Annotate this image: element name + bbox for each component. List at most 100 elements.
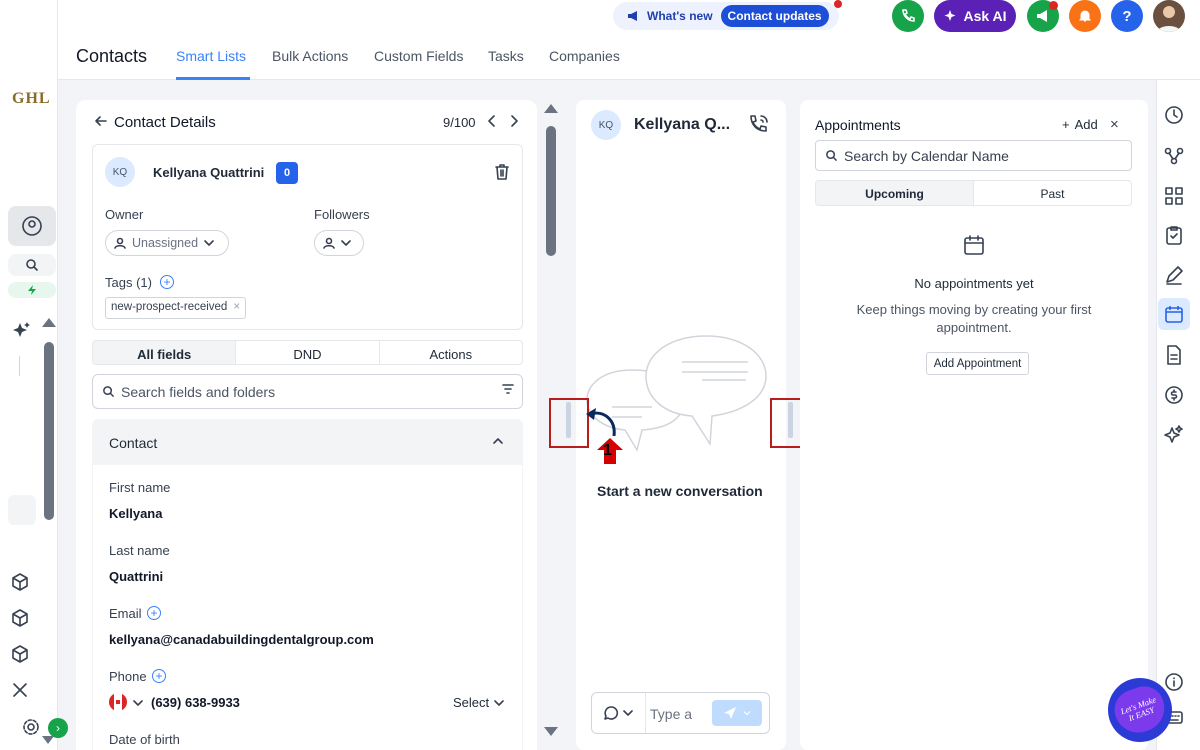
add-label: Add (1074, 117, 1098, 132)
close-icon[interactable]: × (1110, 116, 1119, 133)
scroll-down-arrow[interactable] (42, 736, 54, 744)
activity-icon[interactable] (1163, 104, 1185, 126)
contact-updates-pill[interactable]: Contact updates (720, 5, 829, 27)
phone-type-select[interactable]: Select (453, 695, 504, 710)
email-value[interactable]: kellyana@canadabuildingdentalgroup.com (109, 632, 374, 647)
chat-bubble-icon (604, 706, 619, 720)
chevron-up-icon[interactable] (492, 436, 504, 446)
phone-button[interactable] (892, 0, 924, 32)
settings-icon[interactable] (20, 716, 42, 738)
last-name-value[interactable]: Quattrini (109, 569, 163, 584)
left-scrollbar[interactable] (44, 342, 54, 520)
right-rail (1156, 80, 1200, 750)
watermark-logo: Let's Make It EASY (1108, 678, 1172, 742)
filter-icon[interactable] (502, 384, 514, 394)
help-button[interactable]: ? (1111, 0, 1143, 32)
trash-icon[interactable] (494, 163, 510, 181)
followers-dropdown[interactable] (314, 230, 364, 256)
call-icon[interactable] (746, 113, 770, 137)
contact-badge[interactable]: 0 (276, 162, 298, 184)
appointments-title: Appointments (815, 117, 901, 133)
tag-chip[interactable]: new-prospect-received × (105, 297, 247, 319)
workflow-icon[interactable] (1163, 145, 1185, 167)
channel-selector[interactable] (603, 705, 633, 721)
sparkle-icon[interactable] (12, 320, 32, 340)
add-appointment-link[interactable]: + Add (1062, 117, 1098, 132)
prev-contact-button[interactable] (486, 114, 498, 128)
send-button[interactable] (712, 700, 762, 726)
calendar-icon[interactable] (1163, 303, 1185, 325)
contact-avatar-button[interactable] (8, 206, 56, 246)
cube-icon[interactable] (10, 572, 30, 592)
panel-scrollbar[interactable] (546, 126, 556, 256)
tag-label: new-prospect-received (111, 301, 228, 313)
payments-icon[interactable] (1163, 384, 1185, 406)
appointment-tabs: Upcoming Past (815, 180, 1132, 206)
contact-avatar: KQ (105, 157, 135, 187)
contact-details-header: Contact Details (114, 114, 216, 131)
nav-placeholder[interactable] (8, 495, 36, 525)
remove-tag-icon[interactable]: × (233, 301, 240, 315)
resize-handle-2[interactable] (788, 402, 793, 438)
chevron-down-icon (494, 699, 504, 706)
scroll-up-arrow[interactable] (42, 318, 56, 327)
phone-value[interactable]: (639) 638-9933 (151, 695, 240, 710)
calendar-icon (962, 233, 986, 257)
tasks-icon[interactable] (1163, 224, 1185, 246)
tab-dnd[interactable]: DND (235, 341, 378, 364)
document-icon[interactable] (1163, 344, 1185, 366)
owner-dropdown[interactable]: Unassigned (105, 230, 229, 256)
expand-nav-button[interactable]: › (48, 718, 68, 738)
calendar-search-input[interactable]: Search by Calendar Name (815, 140, 1132, 171)
calendar-search-placeholder: Search by Calendar Name (844, 147, 1009, 164)
whats-new-banner[interactable]: What's new Contact updates (613, 2, 839, 30)
dob-label: Date of birth (109, 732, 180, 747)
search-button[interactable] (8, 254, 56, 276)
quick-action-button[interactable] (8, 282, 56, 298)
notifications-button[interactable] (1069, 0, 1101, 32)
cube-icon-2[interactable] (10, 608, 30, 628)
panel-scroll-down[interactable] (544, 727, 558, 736)
empty-conversation-text: Start a new conversation (597, 483, 763, 499)
fields-search-input[interactable]: Search fields and folders (92, 374, 523, 409)
canada-flag-icon[interactable] (109, 693, 127, 711)
logo: GHL (12, 90, 51, 107)
back-arrow-icon[interactable] (94, 114, 108, 128)
last-name-label: Last name (109, 543, 170, 558)
message-input[interactable]: Type a (650, 706, 704, 722)
chevron-down-icon (623, 710, 633, 716)
annotation-marker-1: 1 (603, 442, 612, 459)
tools-icon[interactable] (10, 680, 30, 700)
info-icon[interactable] (1163, 671, 1185, 693)
contact-section-title: Contact (109, 435, 158, 451)
page-title: Contacts (76, 46, 148, 66)
notes-icon[interactable] (1163, 264, 1185, 286)
tab-past[interactable]: Past (973, 181, 1131, 205)
cube-icon-3[interactable] (10, 644, 30, 664)
first-name-label: First name (109, 480, 171, 495)
ai-sparkle-icon[interactable] (1163, 424, 1185, 446)
tab-bulk-actions[interactable]: Bulk Actions (272, 48, 348, 64)
tab-smart-lists[interactable]: Smart Lists (176, 48, 246, 64)
tab-upcoming[interactable]: Upcoming (816, 181, 973, 205)
ask-ai-button[interactable]: Ask AI (934, 0, 1016, 32)
country-chevron-icon[interactable] (133, 699, 143, 707)
tab-custom-fields[interactable]: Custom Fields (374, 48, 463, 64)
tab-tasks[interactable]: Tasks (488, 48, 524, 64)
phone-icon (902, 9, 915, 22)
tab-actions[interactable]: Actions (378, 341, 522, 364)
add-appointment-button[interactable]: Add Appointment (926, 352, 1029, 375)
tab-companies[interactable]: Companies (549, 48, 620, 64)
first-name-value[interactable]: Kellyana (109, 506, 162, 521)
panel-scroll-up[interactable] (544, 104, 558, 113)
add-email-icon[interactable]: + (147, 606, 161, 620)
resize-handle-1[interactable] (566, 402, 571, 438)
add-phone-icon[interactable]: + (152, 669, 166, 683)
no-appointments-title: No appointments yet (914, 276, 1034, 291)
next-contact-button[interactable] (508, 114, 520, 128)
user-avatar[interactable] (1153, 0, 1185, 32)
tab-all-fields[interactable]: All fields (93, 341, 236, 364)
whats-new-label: What's new (647, 9, 713, 23)
add-tag-icon[interactable]: + (160, 275, 174, 289)
automation-icon[interactable] (1163, 185, 1185, 207)
